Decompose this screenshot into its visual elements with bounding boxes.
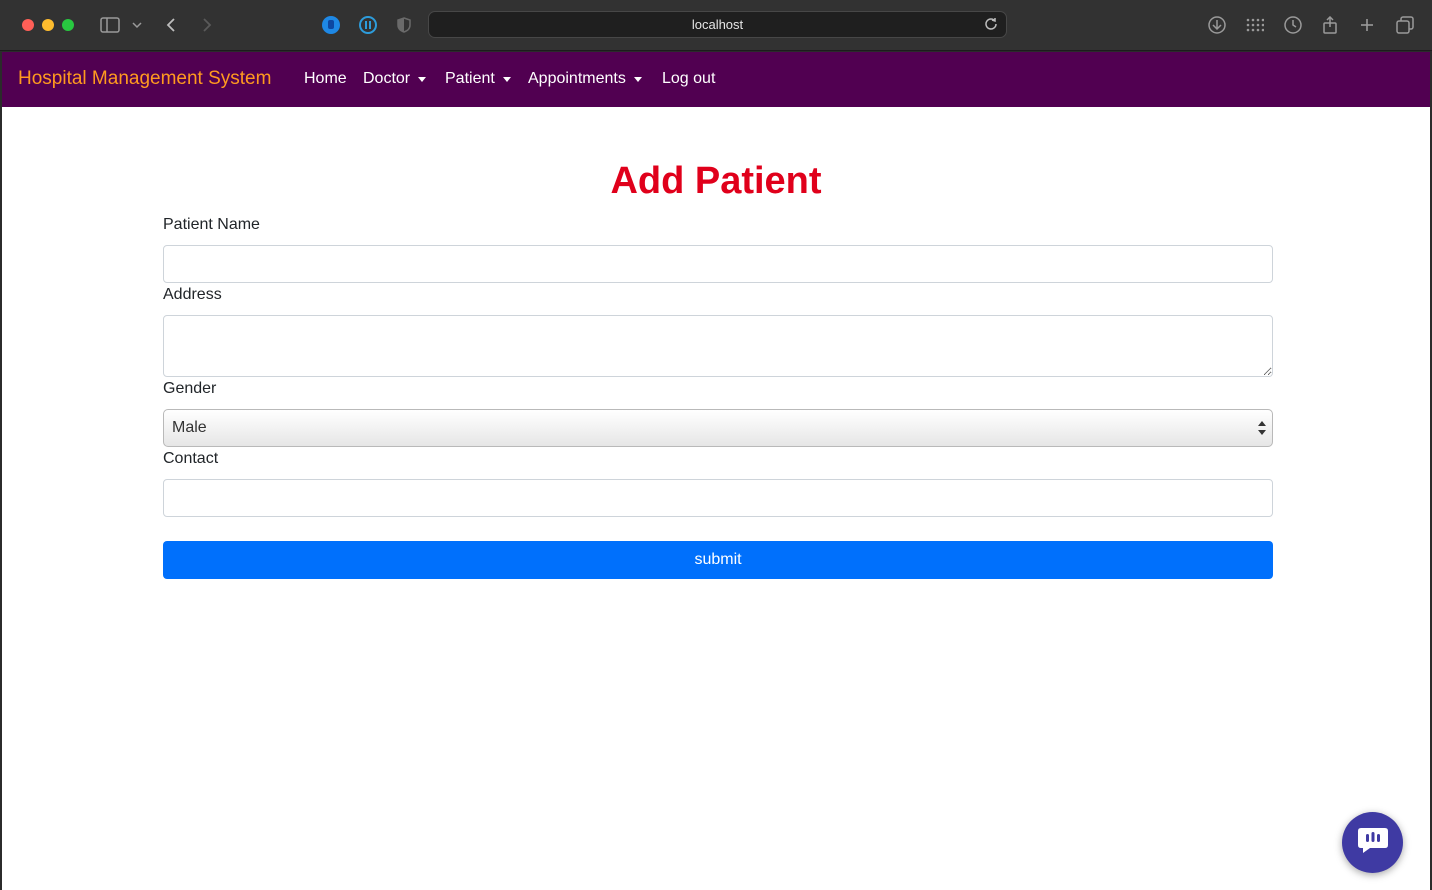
submit-button[interactable]: submit: [163, 541, 1273, 579]
nav-logout[interactable]: Log out: [662, 70, 715, 88]
caret-down-icon: [633, 76, 642, 82]
minimize-window-button[interactable]: [42, 19, 54, 31]
url-text: localhost: [691, 17, 744, 32]
page-title: Add Patient: [610, 160, 822, 202]
nav-patient-dropdown[interactable]: Patient: [445, 70, 511, 88]
address-textarea[interactable]: [163, 315, 1273, 377]
browser-toolbar: localhost: [0, 0, 1432, 51]
navbar: Hospital Management System Home Doctor P…: [2, 52, 1430, 107]
nav-logout-label: Log out: [662, 70, 716, 87]
patient-name-input[interactable]: [163, 245, 1273, 283]
grid-icon[interactable]: [1244, 13, 1266, 37]
contact-label: Contact: [163, 450, 219, 467]
history-icon[interactable]: [1282, 13, 1304, 37]
nav-home[interactable]: Home: [304, 70, 347, 88]
forward-icon[interactable]: [198, 13, 216, 37]
address-bar[interactable]: localhost: [428, 11, 1007, 38]
back-icon[interactable]: [162, 13, 180, 37]
share-icon[interactable]: [1320, 13, 1340, 37]
browser-window: localhost Hospital Management System Hom…: [0, 0, 1432, 890]
patient-name-label: Patient Name: [163, 216, 260, 233]
chat-icon: [1356, 825, 1390, 860]
pause-extension-icon[interactable]: [356, 13, 380, 37]
select-arrows-icon: [1258, 420, 1266, 436]
reload-icon[interactable]: [984, 17, 998, 36]
nav-appointments-label: Appointments: [528, 70, 626, 87]
chat-widget-button[interactable]: [1342, 812, 1403, 873]
navbar-brand[interactable]: Hospital Management System: [18, 68, 271, 90]
contact-input[interactable]: [163, 479, 1273, 517]
nav-home-label: Home: [304, 70, 347, 87]
web-page: Hospital Management System Home Doctor P…: [2, 52, 1430, 890]
hand-extension-icon[interactable]: [319, 13, 343, 37]
nav-appointments-dropdown[interactable]: Appointments: [528, 70, 642, 88]
close-window-button[interactable]: [22, 19, 34, 31]
chevron-down-icon[interactable]: [130, 13, 144, 37]
download-icon[interactable]: [1206, 13, 1228, 37]
nav-patient-label: Patient: [445, 70, 495, 87]
nav-doctor-label: Doctor: [363, 70, 411, 87]
sidebar-icon[interactable]: [98, 13, 122, 37]
shield-icon[interactable]: [394, 13, 414, 37]
gender-select[interactable]: Male: [163, 409, 1273, 447]
address-label: Address: [163, 286, 222, 303]
gender-label: Gender: [163, 380, 217, 397]
zoom-window-button[interactable]: [62, 19, 74, 31]
gender-selected-value: Male: [172, 419, 207, 436]
tabs-overview-icon[interactable]: [1394, 13, 1416, 37]
new-tab-icon[interactable]: [1357, 13, 1377, 37]
nav-doctor-dropdown[interactable]: Doctor: [363, 70, 427, 88]
caret-down-icon: [502, 76, 511, 82]
caret-down-icon: [418, 76, 427, 82]
